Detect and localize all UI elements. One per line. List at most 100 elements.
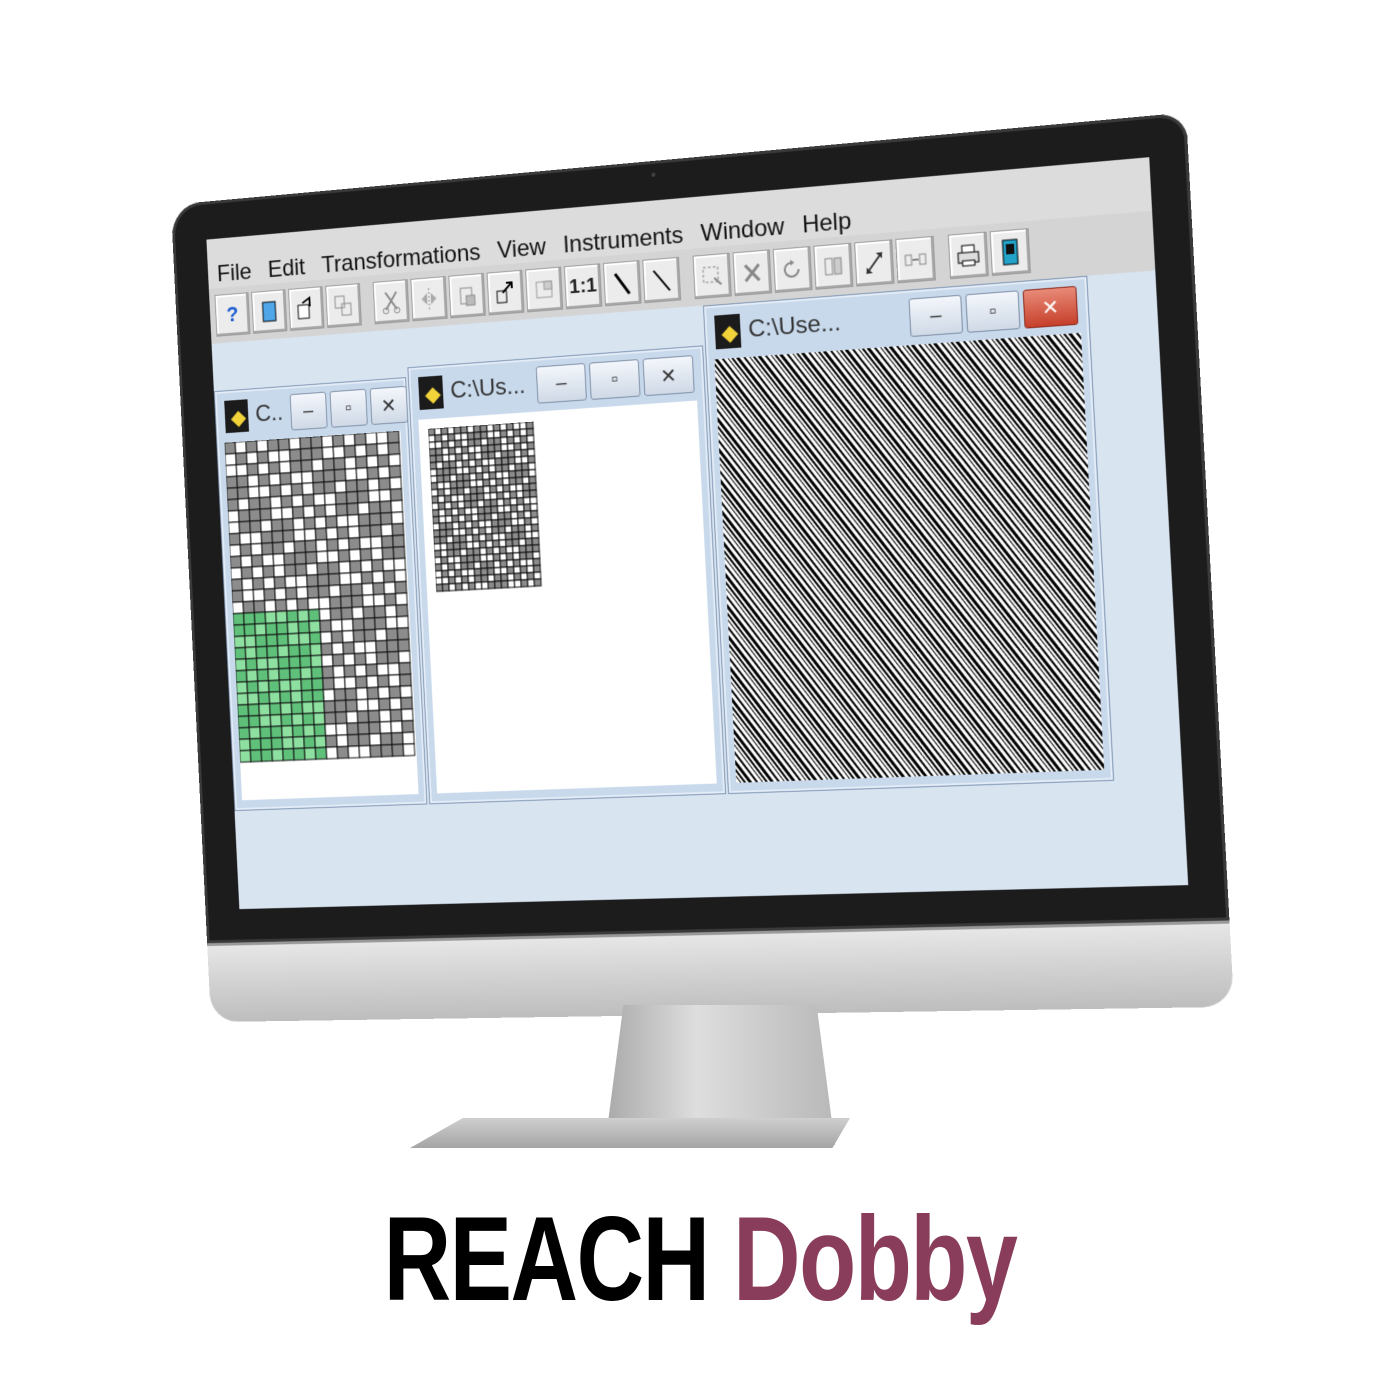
weave-cell[interactable] (365, 641, 377, 653)
weave-cell[interactable] (504, 499, 511, 506)
weave-cell[interactable] (270, 485, 281, 497)
weave-cell[interactable] (446, 529, 453, 536)
weave-cell[interactable] (442, 584, 449, 591)
weave-cell[interactable] (461, 433, 468, 440)
weave-cell[interactable] (258, 692, 269, 704)
weave-cell[interactable] (352, 607, 364, 619)
weave-cell[interactable] (271, 726, 282, 738)
weave-cell[interactable] (245, 636, 256, 648)
weave-cell[interactable] (320, 620, 331, 632)
weave-cell[interactable] (475, 452, 482, 459)
weave-cell[interactable] (488, 452, 495, 459)
weave-cell[interactable] (318, 574, 329, 586)
weave-cell[interactable] (501, 451, 508, 458)
weave-cell[interactable] (378, 675, 390, 687)
weave-cell[interactable] (279, 668, 290, 680)
weave-cell[interactable] (244, 613, 255, 625)
weave-cell[interactable] (500, 560, 507, 567)
weave-cell[interactable] (361, 560, 373, 572)
weave-cell[interactable] (497, 506, 504, 513)
weave-cell[interactable] (436, 578, 443, 585)
weave-cell[interactable] (510, 484, 517, 491)
weave-cell[interactable] (323, 458, 334, 470)
weave-cell[interactable] (243, 601, 254, 613)
weave-cell[interactable] (235, 441, 246, 453)
weave-cell[interactable] (487, 561, 494, 568)
weave-cell[interactable] (433, 530, 440, 537)
weave-cell[interactable] (262, 543, 273, 555)
weave-cell[interactable] (341, 608, 353, 620)
weave-cell[interactable] (447, 550, 454, 557)
weave-cell[interactable] (518, 511, 525, 518)
weave-cell[interactable] (447, 536, 454, 543)
weave-cell[interactable] (462, 447, 469, 454)
weave-cell[interactable] (328, 562, 339, 574)
weave-cell[interactable] (322, 666, 333, 678)
weave-cell[interactable] (244, 624, 255, 636)
weave-cell[interactable] (315, 736, 326, 748)
weave-cell[interactable] (532, 531, 539, 538)
weave-cell[interactable] (292, 725, 303, 737)
weave-cell[interactable] (368, 699, 380, 711)
weave-cell[interactable] (483, 479, 490, 486)
weave-cell[interactable] (436, 455, 443, 462)
weave-cell[interactable] (326, 527, 337, 539)
weave-cell[interactable] (513, 560, 520, 567)
weave-cell[interactable] (516, 491, 523, 498)
weave-cell[interactable] (269, 692, 280, 704)
weave-cell[interactable] (263, 566, 274, 578)
weave-cell[interactable] (452, 515, 459, 522)
weave-cell[interactable] (513, 429, 520, 436)
weave-cell[interactable] (516, 477, 523, 484)
weave-cell[interactable] (366, 444, 378, 456)
weave-cell[interactable] (501, 437, 508, 444)
weave-cell[interactable] (435, 442, 442, 449)
weave-cell[interactable] (467, 426, 474, 433)
weave-cell[interactable] (453, 536, 460, 543)
weave-cell[interactable] (391, 721, 403, 733)
weave-cell[interactable] (487, 424, 494, 431)
weave-cell[interactable] (529, 476, 536, 483)
weave-cell[interactable] (518, 518, 525, 525)
weave-cell[interactable] (524, 504, 531, 511)
weave-cell[interactable] (437, 469, 444, 476)
weave-cell[interactable] (280, 473, 291, 485)
weave-cell[interactable] (235, 647, 246, 659)
weave-cell[interactable] (243, 590, 254, 602)
fabric-simulation-view[interactable] (714, 332, 1105, 783)
weave-cell[interactable] (349, 538, 361, 550)
weave-cell[interactable] (312, 678, 323, 690)
weave-cell[interactable] (462, 460, 469, 467)
weave-cell[interactable] (521, 456, 528, 463)
weave-cell[interactable] (236, 453, 247, 465)
weave-cell[interactable] (294, 529, 305, 541)
weave-cell[interactable] (449, 584, 456, 591)
weave-cell[interactable] (524, 511, 531, 518)
weave-cell[interactable] (473, 535, 480, 542)
weave-cell[interactable] (498, 519, 505, 526)
save-icon[interactable] (325, 283, 362, 329)
weave-cell[interactable] (466, 535, 473, 542)
weave-cell[interactable] (507, 574, 514, 581)
weave-cell[interactable] (247, 681, 258, 693)
weave-cell[interactable] (273, 554, 284, 566)
weave-cell[interactable] (484, 507, 491, 514)
weave-cell[interactable] (384, 582, 396, 594)
weave-cell[interactable] (264, 589, 275, 601)
weave-cell[interactable] (436, 448, 443, 455)
weave-cell[interactable] (471, 507, 478, 514)
weave-cell[interactable] (501, 444, 508, 451)
weave-cell[interactable] (451, 502, 458, 509)
weave-cell[interactable] (481, 561, 488, 568)
weave-cell[interactable] (232, 590, 243, 602)
weave-cell[interactable] (518, 525, 525, 532)
weave-cell[interactable] (428, 435, 435, 442)
weave-preview-small[interactable] (418, 400, 717, 794)
weave-cell[interactable] (237, 487, 248, 499)
weave-cell[interactable] (468, 569, 475, 576)
weave-cell[interactable] (403, 744, 415, 756)
weave-cell[interactable] (283, 749, 294, 761)
weave-cell[interactable] (268, 451, 279, 463)
weave-cell[interactable] (278, 657, 289, 669)
weave-cell[interactable] (402, 721, 414, 733)
